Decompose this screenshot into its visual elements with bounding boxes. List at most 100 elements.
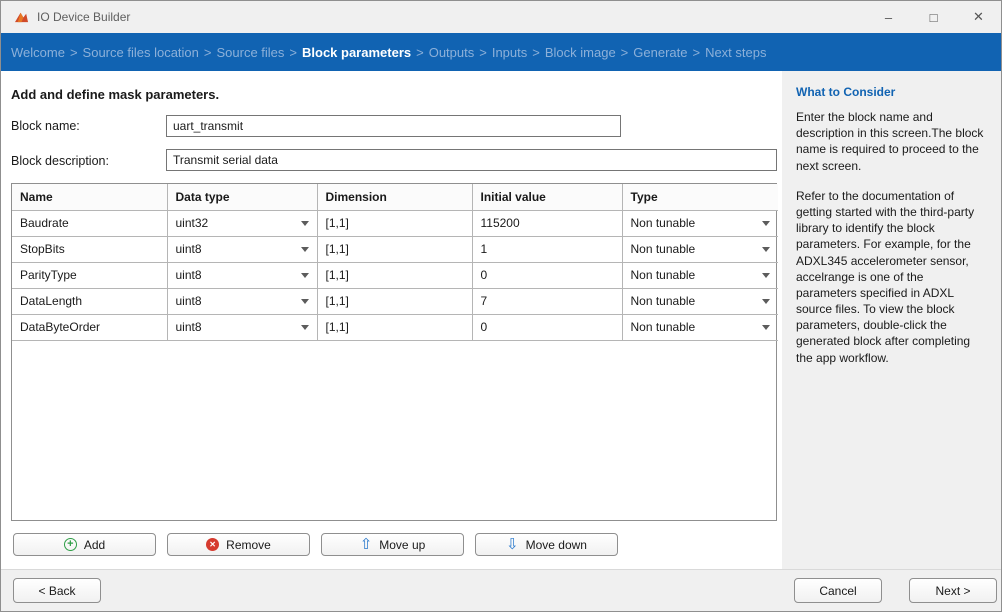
main-content: Add and define mask parameters. Block na… [1,71,784,571]
footer-bar: < Back Cancel Next > [1,569,1001,611]
type-dropdown[interactable]: Non tunable [622,210,778,237]
breadcrumb-separator: > [479,44,487,60]
remove-button[interactable]: Remove [167,533,310,556]
chevron-down-icon [762,325,770,330]
initial-value-cell[interactable]: 0 [472,314,623,341]
cancel-button[interactable]: Cancel [794,578,882,603]
data-type-value: uint8 [175,242,202,256]
initial-value-cell[interactable]: 115200 [472,210,623,237]
chevron-down-icon [762,247,770,252]
add-button-label: Add [83,537,106,552]
move-down-button[interactable]: Move down [475,533,618,556]
type-dropdown[interactable]: Non tunable [622,314,778,341]
param-name-cell[interactable]: DataLength [12,288,168,315]
breadcrumb-item-generate: Generate [633,44,688,60]
breadcrumb-separator: > [289,44,297,60]
type-value: Non tunable [630,268,696,282]
chevron-down-icon [762,273,770,278]
initial-value-cell[interactable]: 1 [472,236,623,263]
breadcrumb-item-next-steps: Next steps [705,44,767,60]
dimension-cell[interactable]: [1,1] [317,262,473,289]
breadcrumb-separator: > [620,44,629,60]
data-type-value: uint8 [175,320,202,334]
param-name-cell[interactable]: Baudrate [12,210,168,237]
sidebar-paragraph: Refer to the documentation of getting st… [796,188,975,365]
data-type-value: uint8 [175,268,202,282]
dimension-cell[interactable]: [1,1] [317,210,473,237]
table-row: DataLength uint8 [1,1] 7 Non tunable [12,288,778,315]
window-title: IO Device Builder [37,10,131,24]
remove-icon [206,538,220,551]
data-type-dropdown[interactable]: uint8 [167,236,318,263]
chevron-down-icon [300,221,309,226]
block-description-label: Block description: [11,154,109,168]
move-up-button-label: Move up [379,537,426,552]
column-header-data-type: Data type [167,184,318,211]
add-icon [63,538,77,551]
param-name-cell[interactable]: DataByteOrder [12,314,168,341]
data-type-dropdown[interactable]: uint8 [167,262,318,289]
data-type-dropdown[interactable]: uint8 [167,288,318,315]
sidebar-paragraph: Enter the block name and description in … [796,110,984,173]
parameters-table: Name Data type Dimension Initial value T… [11,183,778,521]
table-row: StopBits uint8 [1,1] 1 Non tunable [12,236,778,263]
add-button[interactable]: Add [13,533,156,556]
table-row: DataByteOrder uint8 [1,1] 0 Non tunable [12,314,778,341]
block-name-input[interactable] [166,115,621,137]
title-bar: IO Device Builder – □ ✕ [1,1,1001,33]
column-header-type: Type [622,184,778,211]
help-sidebar: What to Consider Enter the block name an… [782,71,1001,571]
breadcrumb-item-block-parameters: Block parameters [302,44,412,60]
close-button[interactable]: ✕ [956,1,1001,33]
data-type-dropdown[interactable]: uint32 [167,210,318,237]
back-button[interactable]: < Back [13,578,101,603]
data-type-value: uint32 [175,216,209,230]
type-dropdown[interactable]: Non tunable [622,236,778,263]
block-name-label: Block name: [11,119,80,133]
table-row: Baudrate uint32 [1,1] 115200 Non tunable [12,210,778,237]
breadcrumb-separator: > [532,44,540,60]
next-button[interactable]: Next > [909,578,997,603]
breadcrumb-separator: > [692,44,701,60]
chevron-down-icon [300,273,309,278]
app-icon [13,9,29,25]
dimension-cell[interactable]: [1,1] [317,236,473,263]
breadcrumb-item-block-image: Block image [544,44,616,60]
type-value: Non tunable [630,294,696,308]
param-name-cell[interactable]: ParityType [12,262,168,289]
type-value: Non tunable [630,320,696,334]
io-device-builder-window: IO Device Builder – □ ✕ Welcome > Source… [0,0,1002,612]
breadcrumb-item-source-files: Source files [216,44,285,60]
breadcrumb-item-inputs: Inputs [491,44,528,60]
breadcrumb-separator: > [69,44,78,60]
type-dropdown[interactable]: Non tunable [622,288,778,315]
minimize-button[interactable]: – [866,1,911,33]
param-name-cell[interactable]: StopBits [12,236,168,263]
remove-button-label: Remove [226,537,271,552]
column-header-name: Name [12,184,168,211]
page-title: Add and define mask parameters. [11,87,220,102]
type-dropdown[interactable]: Non tunable [622,262,778,289]
move-up-button[interactable]: Move up [321,533,464,556]
chevron-down-icon [762,299,770,304]
chevron-down-icon [300,247,309,252]
chevron-down-icon [300,299,309,304]
column-header-dimension: Dimension [317,184,473,211]
type-value: Non tunable [630,216,696,230]
table-row: ParityType uint8 [1,1] 0 Non tunable [12,262,778,289]
data-type-value: uint8 [175,294,202,308]
breadcrumb-item-source-files-location: Source files location [82,44,199,60]
breadcrumb-separator: > [203,44,212,60]
breadcrumb-separator: > [416,44,424,60]
type-value: Non tunable [630,242,696,256]
data-type-dropdown[interactable]: uint8 [167,314,318,341]
chevron-down-icon [300,325,309,330]
move-down-button-label: Move down [525,537,587,552]
dimension-cell[interactable]: [1,1] [317,314,473,341]
initial-value-cell[interactable]: 0 [472,262,623,289]
initial-value-cell[interactable]: 7 [472,288,623,315]
dimension-cell[interactable]: [1,1] [317,288,473,315]
block-description-input[interactable] [166,149,777,171]
maximize-button[interactable]: □ [911,1,956,33]
table-action-buttons: Add Remove Move up Move down [13,533,618,556]
